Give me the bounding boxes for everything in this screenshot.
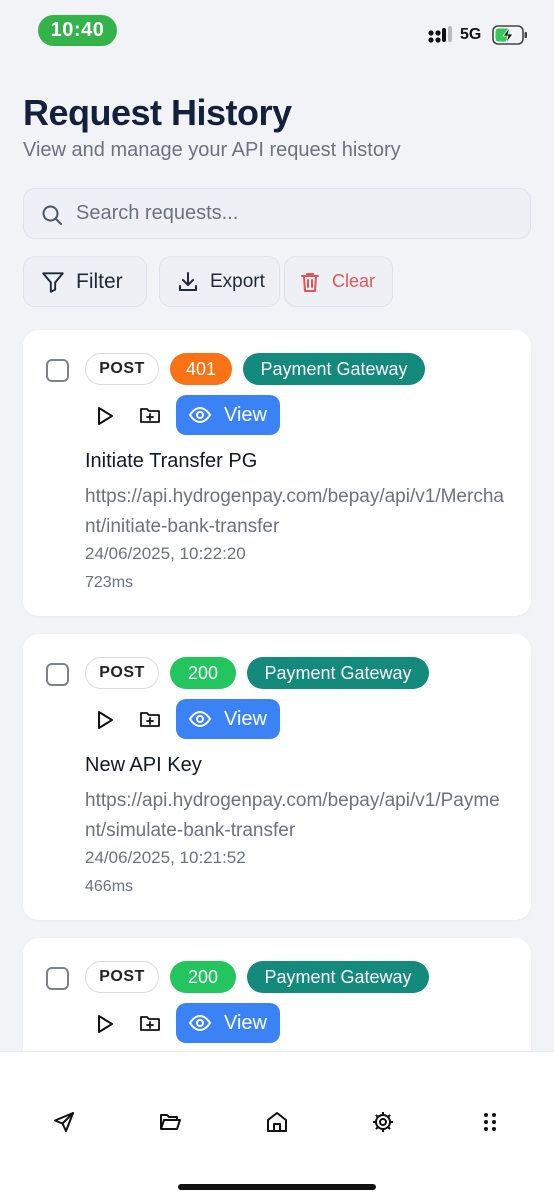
request-url: https://api.hydrogenpay.com/bepay/api/v1… [85, 790, 500, 841]
request-card[interactable]: POST 401 Payment Gateway View Initiate T… [23, 330, 531, 616]
request-timestamp: 24/06/2025, 10:21:52 [85, 848, 246, 867]
clear-button[interactable]: Clear [284, 256, 393, 307]
status-code-badge: 200 [170, 961, 236, 993]
eye-icon [188, 710, 212, 728]
settings-icon[interactable] [371, 1110, 395, 1134]
status-code-badge: 401 [170, 353, 232, 385]
export-label: Export [210, 270, 265, 292]
request-checkbox[interactable] [46, 967, 69, 990]
home-indicator [178, 1184, 376, 1190]
category-badge: Payment Gateway [243, 353, 425, 385]
page-subtitle: View and manage your API request history [23, 139, 401, 161]
status-code-badge: 200 [170, 657, 236, 689]
view-button[interactable]: View [176, 1003, 280, 1043]
category-badge: Payment Gateway [247, 657, 429, 689]
status-bar: 10:40 5G [0, 0, 554, 64]
play-icon[interactable] [94, 405, 116, 427]
folder-open-icon[interactable] [158, 1110, 182, 1134]
view-label: View [224, 707, 267, 730]
request-card[interactable]: POST 200 Payment Gateway View New API Ke… [23, 634, 531, 920]
download-icon [179, 271, 197, 291]
category-badge: Payment Gateway [247, 961, 429, 993]
filter-label: Filter [76, 269, 123, 293]
view-label: View [224, 1011, 267, 1034]
bottom-nav [0, 1051, 554, 1200]
more-grid-icon[interactable] [480, 1110, 500, 1134]
eye-icon [188, 1014, 212, 1032]
request-checkbox[interactable] [46, 359, 69, 382]
network-label: 5G [460, 26, 482, 43]
request-url: https://api.hydrogenpay.com/bepay/api/v1… [85, 486, 504, 537]
filter-icon [42, 271, 64, 293]
request-name: New API Key [85, 754, 202, 776]
request-duration: 723ms [85, 574, 134, 591]
search-input[interactable] [76, 189, 516, 238]
battery-charging-icon [492, 25, 527, 45]
request-checkbox[interactable] [46, 663, 69, 686]
request-name: Initiate Transfer PG [85, 450, 258, 472]
status-time: 10:40 [38, 15, 117, 46]
search-box[interactable] [23, 188, 531, 239]
view-button[interactable]: View [176, 395, 280, 435]
export-button[interactable]: Export [159, 256, 280, 307]
home-icon[interactable] [265, 1110, 289, 1134]
trash-icon [301, 272, 319, 292]
view-button[interactable]: View [176, 699, 280, 739]
folder-plus-icon[interactable] [138, 707, 162, 731]
play-icon[interactable] [94, 1013, 116, 1035]
request-duration: 466ms [85, 878, 134, 895]
play-icon[interactable] [94, 709, 116, 731]
eye-icon [188, 406, 212, 424]
method-badge: POST [85, 353, 159, 385]
folder-plus-icon[interactable] [138, 403, 162, 427]
clear-label: Clear [332, 271, 376, 291]
page-title: Request History [23, 92, 292, 133]
method-badge: POST [85, 961, 159, 993]
view-label: View [224, 403, 267, 426]
signal-icon [428, 26, 452, 43]
method-badge: POST [85, 657, 159, 689]
search-icon [42, 205, 62, 225]
request-timestamp: 24/06/2025, 10:22:20 [85, 544, 246, 563]
folder-plus-icon[interactable] [138, 1011, 162, 1035]
filter-button[interactable]: Filter [23, 256, 147, 307]
send-icon[interactable] [52, 1110, 76, 1134]
